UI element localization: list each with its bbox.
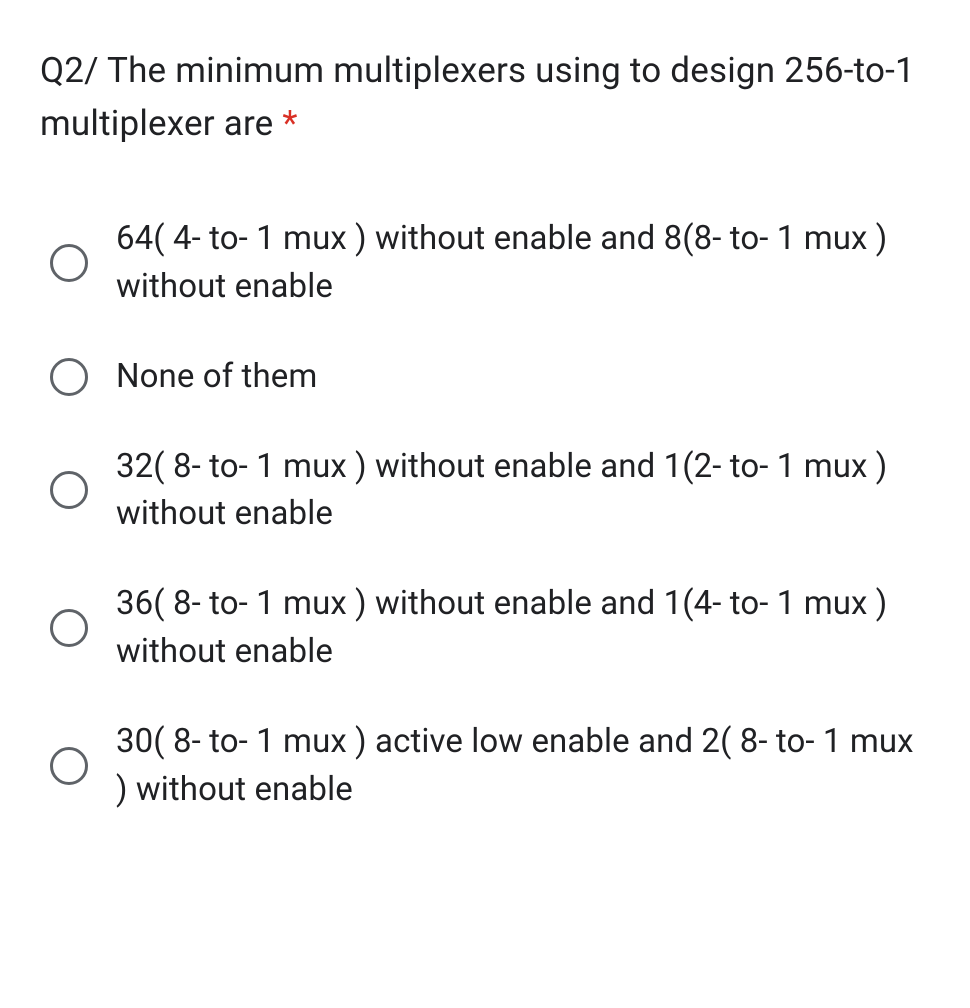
radio-option-1[interactable]: 64( 4- to- 1 mux ) without enable and 8(…: [50, 215, 930, 311]
options-container: 64( 4- to- 1 mux ) without enable and 8(…: [40, 215, 930, 814]
radio-circle-icon: [50, 471, 88, 509]
option-label: 32( 8- to- 1 mux ) without enable and 1(…: [116, 443, 930, 539]
option-label: 30( 8- to- 1 mux ) active low enable and…: [116, 718, 930, 814]
radio-circle-icon: [50, 747, 88, 785]
radio-circle-icon: [50, 609, 88, 647]
radio-option-4[interactable]: 36( 8- to- 1 mux ) without enable and 1(…: [50, 580, 930, 676]
radio-option-2[interactable]: None of them: [50, 353, 930, 401]
radio-circle-icon: [50, 358, 88, 396]
question-text: Q2/ The minimum multiplexers using to de…: [40, 45, 930, 150]
question-text-content: Q2/ The minimum multiplexers using to de…: [40, 50, 915, 144]
radio-circle-icon: [50, 244, 88, 282]
option-label: 36( 8- to- 1 mux ) without enable and 1(…: [116, 580, 930, 676]
required-asterisk: *: [282, 103, 297, 144]
option-label: 64( 4- to- 1 mux ) without enable and 8(…: [116, 215, 930, 311]
radio-option-5[interactable]: 30( 8- to- 1 mux ) active low enable and…: [50, 718, 930, 814]
option-label: None of them: [116, 353, 317, 401]
radio-option-3[interactable]: 32( 8- to- 1 mux ) without enable and 1(…: [50, 443, 930, 539]
